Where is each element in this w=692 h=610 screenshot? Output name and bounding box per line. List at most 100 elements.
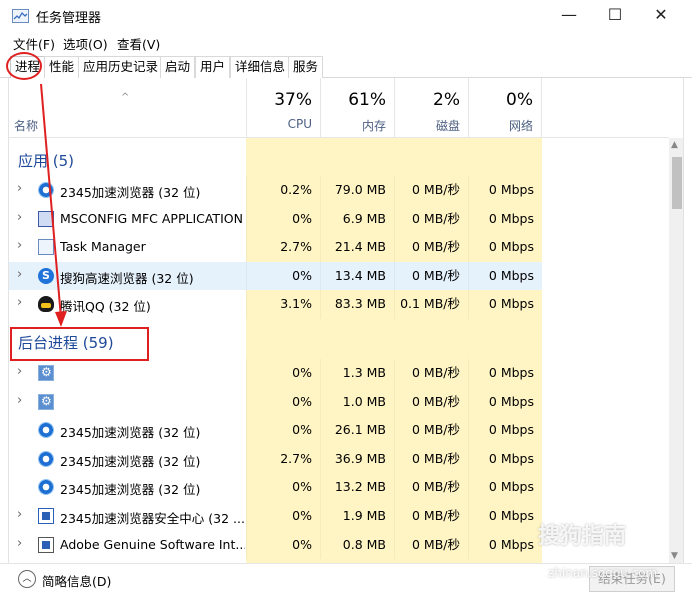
cpu-cell: 3.1% — [246, 290, 320, 319]
table-row[interactable]: › 0%1.0 MB0 MB/秒0 Mbps — [9, 387, 669, 417]
column-network[interactable]: 0% 网络 — [468, 78, 542, 138]
table-row[interactable]: › 腾讯QQ (32 位) 3.1% 83.3 MB 0.1 MB/秒 0 Mbps — [9, 290, 669, 319]
menu-view[interactable]: 查看(V) — [117, 34, 160, 53]
net-cell: 0 Mbps — [468, 444, 542, 474]
tab-startup[interactable]: 启动 — [160, 56, 196, 78]
cpu-cell: 0% — [246, 416, 320, 445]
expand-chevron-icon[interactable]: › — [17, 507, 22, 522]
disk-cell: 0 MB/秒 — [394, 359, 468, 388]
mem-cell: 0.8 MB — [320, 530, 394, 560]
table-row[interactable]: › 搜狗高速浏览器 (32 位) 0%13.4 MB0 MB/秒0 Mbps — [9, 261, 669, 291]
menu-options[interactable]: 选项(O) — [63, 34, 108, 53]
cpu-cell: 0% — [246, 502, 320, 531]
table-row[interactable]: › 0%1.3 MB0 MB/秒0 Mbps — [9, 359, 669, 388]
cpu-label: CPU — [287, 117, 312, 131]
expand-chevron-icon[interactable]: › — [17, 210, 22, 225]
name-cell: › 2345加速浏览器 (32 位) — [9, 176, 246, 205]
globe-icon — [38, 479, 54, 496]
tab-users[interactable]: 用户 — [195, 56, 231, 78]
minimize-button[interactable]: — — [546, 0, 592, 30]
chevron-up-icon[interactable]: ︿ — [18, 570, 36, 588]
scroll-thumb[interactable] — [672, 157, 682, 209]
disk-cell: 0 MB/秒 — [394, 233, 468, 262]
close-button[interactable]: ✕ — [638, 0, 684, 30]
disk-cell: 0 MB/秒 — [394, 530, 468, 560]
group-apps: 应用 (5) — [18, 152, 75, 170]
column-memory[interactable]: 61% 内存 — [320, 78, 394, 138]
name-cell: 2345加速浏览器 (32 位) — [9, 473, 246, 502]
mem-cell: 13.2 MB — [320, 473, 394, 502]
net-cell: 0 Mbps — [468, 387, 542, 417]
mem-cell: 21.4 MB — [320, 233, 394, 262]
table-row[interactable]: 2345加速浏览器 (32 位) 0% 13.2 MB 0 MB/秒 0 Mbps — [9, 473, 669, 502]
net-cell: 0 Mbps — [468, 176, 542, 205]
name-cell: › Adobe Genuine Software Int... — [9, 531, 246, 560]
maximize-button[interactable]: ☐ — [592, 0, 638, 30]
expand-chevron-icon[interactable]: › — [17, 238, 22, 253]
scroll-up-icon[interactable]: ▲ — [671, 140, 678, 150]
expand-chevron-icon[interactable]: › — [17, 295, 22, 310]
process-name: 2345加速浏览器 (32 位) — [60, 425, 201, 441]
mem-cell: 26.1 MB — [320, 416, 394, 445]
column-cpu[interactable]: 37% CPU — [246, 78, 320, 138]
menu-file[interactable]: 文件(F) — [13, 34, 55, 53]
tab-processes[interactable]: 进程 — [10, 56, 46, 78]
disk-cell: 0.1 MB/秒 — [394, 290, 468, 319]
process-name: 2345加速浏览器 (32 位) — [60, 482, 201, 498]
vertical-scrollbar[interactable]: ▲ ▼ — [669, 138, 683, 563]
watermark-url: zhinan.sogou.com — [548, 566, 658, 580]
mem-cell: 79.0 MB — [320, 176, 394, 205]
expand-chevron-icon[interactable]: › — [17, 536, 22, 551]
gear-icon — [38, 365, 54, 381]
net-cell: 0 Mbps — [468, 530, 542, 560]
table-row[interactable]: › MSCONFIG MFC APPLICATION 0% 6.9 MB 0 MB/秒 0… — [9, 204, 669, 234]
table-row[interactable]: 2345加速浏览器 (32 位) 2.7% 36.9 MB 0 MB/秒 0 Mbps — [9, 444, 669, 474]
disk-cell: 0 MB/秒 — [394, 473, 468, 502]
tab-performance[interactable]: 性能 — [44, 56, 80, 78]
mem-cell: 36.9 MB — [320, 444, 394, 474]
name-cell: › — [9, 388, 246, 417]
memory-label: 内存 — [361, 119, 386, 133]
tab-services[interactable]: 服务 — [288, 56, 324, 78]
column-name-label[interactable]: 名称 — [14, 117, 38, 134]
table-row[interactable]: 2345加速浏览器 (32 位) 0% 26.1 MB 0 MB/秒 0 Mbps — [9, 416, 669, 445]
window-title: 任务管理器 — [36, 11, 102, 26]
mem-cell: 1.3 MB — [320, 359, 394, 388]
cpu-total: 37% — [274, 90, 312, 110]
cpu-cell: 2.7% — [246, 444, 320, 474]
network-total: 0% — [506, 90, 533, 110]
task-manager-icon — [12, 9, 29, 23]
menu-bar: 文件(F) 选项(O) 查看(V) — [0, 31, 692, 53]
fewer-details-link[interactable]: 简略信息(D) — [42, 571, 111, 590]
net-cell: 0 Mbps — [468, 204, 542, 234]
table-row[interactable]: › Task Manager 2.7% 21.4 MB 0 MB/秒 0 Mbps — [9, 233, 669, 262]
memory-total: 61% — [348, 90, 386, 110]
name-cell: › 腾讯QQ (32 位) — [9, 290, 246, 319]
column-disk[interactable]: 2% 磁盘 — [394, 78, 468, 138]
net-cell: 0 Mbps — [468, 359, 542, 388]
expand-chevron-icon[interactable]: › — [17, 267, 22, 282]
table-row[interactable]: › 2345加速浏览器 (32 位) 0.2% 79.0 MB 0 MB/秒 0 Mbps — [9, 176, 669, 205]
process-name: Adobe Genuine Software Int... — [60, 536, 245, 552]
expand-chevron-icon[interactable]: › — [17, 393, 22, 408]
disk-cell: 0 MB/秒 — [394, 204, 468, 234]
expand-chevron-icon[interactable]: › — [17, 181, 22, 196]
name-cell: 2345加速浏览器 (32 位) — [9, 445, 246, 474]
globe-icon — [38, 450, 54, 467]
net-cell: 0 Mbps — [468, 502, 542, 531]
expand-chevron-icon[interactable]: › — [17, 364, 22, 379]
net-cell: 0 Mbps — [468, 290, 542, 319]
scroll-down-icon[interactable]: ▼ — [671, 551, 678, 561]
net-cell: 0 Mbps — [468, 473, 542, 502]
group-background: 后台进程 (59) — [18, 334, 114, 352]
adobe-icon — [38, 536, 54, 553]
name-cell: › Task Manager — [9, 233, 246, 262]
watermark-logo: 搜狗指南 — [538, 524, 627, 549]
cpu-cell: 0% — [246, 473, 320, 502]
disk-cell: 0 MB/秒 — [394, 261, 468, 291]
net-cell: 0 Mbps — [468, 233, 542, 262]
tab-details[interactable]: 详细信息 — [230, 56, 291, 78]
disk-cell: 0 MB/秒 — [394, 502, 468, 531]
tab-app-history[interactable]: 应用历史记录 — [78, 56, 164, 78]
process-name: 2345加速浏览器 (32 位) — [60, 453, 201, 469]
